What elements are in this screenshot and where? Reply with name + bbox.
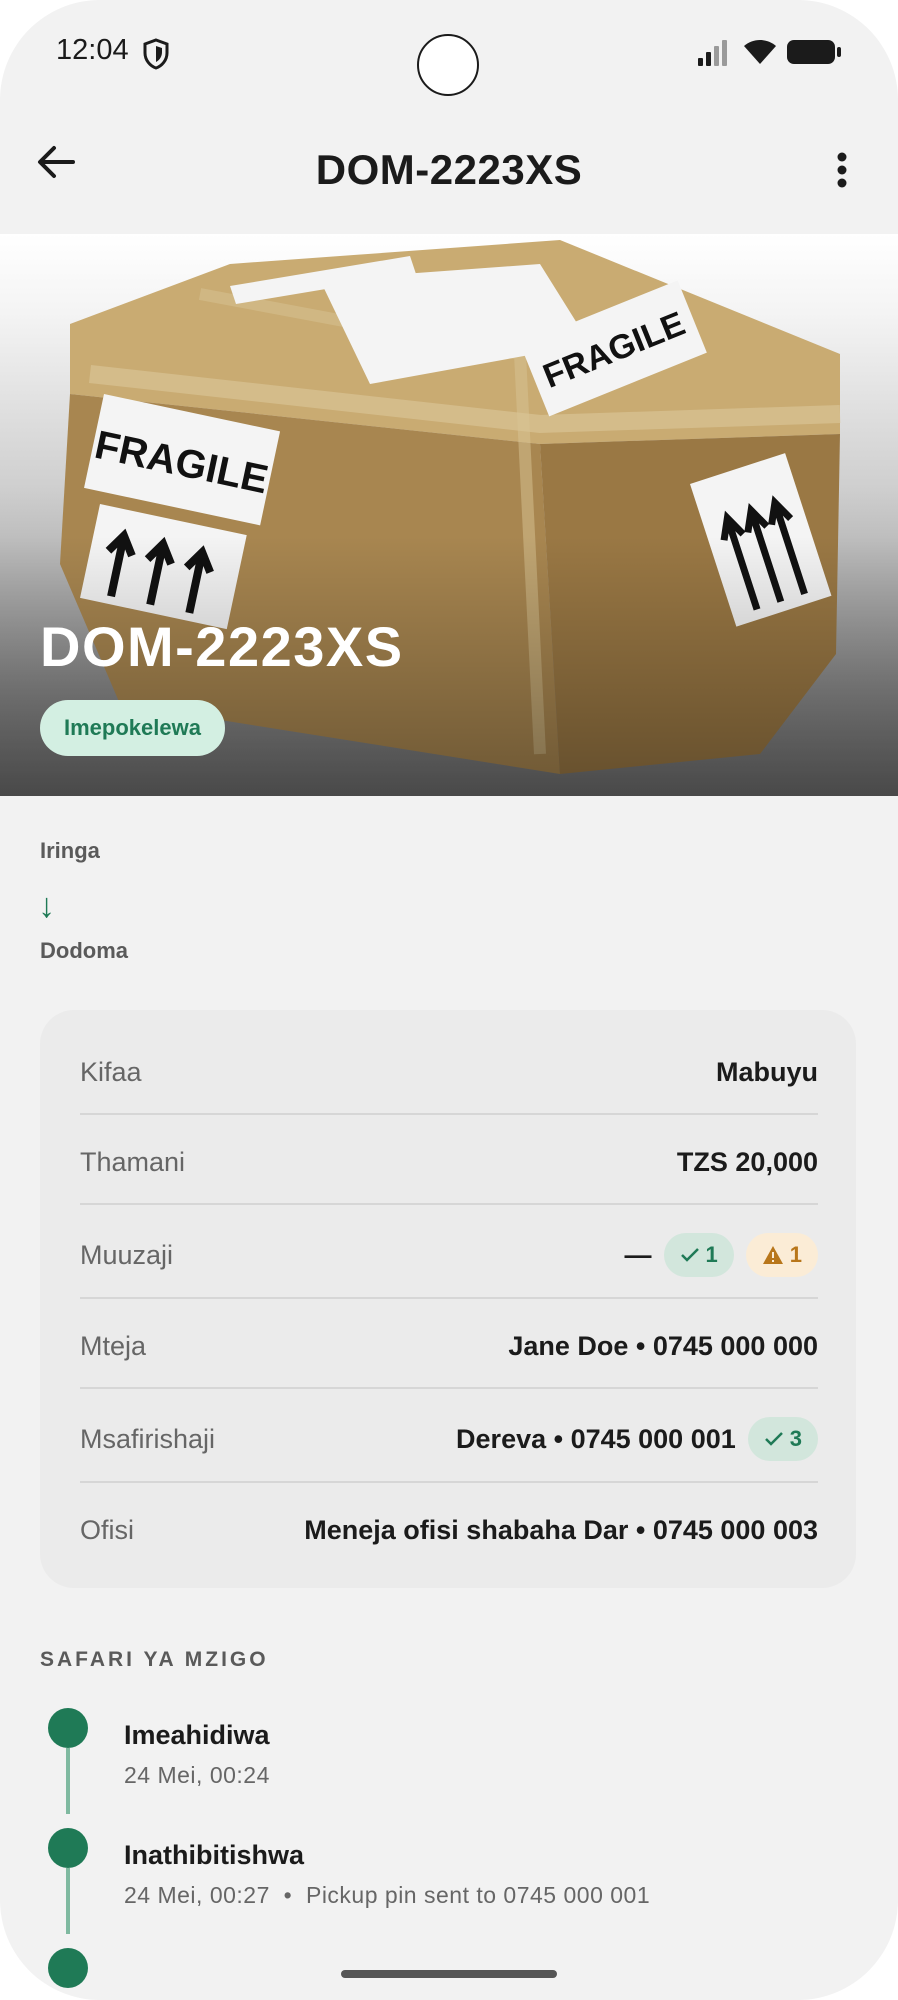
seller-ok-count: 1 [705, 1242, 718, 1267]
timeline-event-subtitle: 24 Mei, 00:27 • Pickup pin sent to 0745 … [124, 1882, 651, 1908]
seller-warning-chip[interactable]: 1 [745, 1233, 818, 1277]
divider [80, 1387, 818, 1389]
detail-row-item: Kifaa Mabuyu [80, 1042, 818, 1102]
seller-verified-chip[interactable]: 1 [663, 1233, 734, 1277]
driver-verified-chip[interactable]: 3 [747, 1417, 818, 1461]
page-title: DOM-2223XS [315, 146, 583, 193]
check-icon [764, 1432, 783, 1446]
detail-label: Thamani [80, 1146, 186, 1177]
divider [80, 1481, 818, 1483]
divider [80, 1113, 818, 1115]
detail-row-value: Thamani TZS 20,000 [80, 1132, 818, 1192]
signal-icon [698, 40, 727, 66]
route-destination: Dodoma [40, 938, 128, 963]
timeline-line [66, 1868, 70, 1934]
detail-value[interactable]: Meneja ofisi shabaha Dar • 0745 000 003 [304, 1515, 818, 1546]
detail-value: Mabuyu [715, 1056, 818, 1087]
wifi-icon [744, 40, 776, 64]
detail-value: — [624, 1239, 652, 1270]
detail-row-office: Ofisi Meneja ofisi shabaha Dar • 0745 00… [80, 1500, 818, 1560]
timeline-event-subtitle: 24 Mei, 00:24 [124, 1762, 270, 1788]
detail-value[interactable]: Dereva • 0745 000 001 [456, 1424, 736, 1455]
detail-value[interactable]: Jane Doe • 0745 000 000 [508, 1331, 818, 1362]
seller-value-group: — 1 1 [624, 1233, 818, 1277]
detail-label: Ofisi [80, 1514, 134, 1545]
status-badge: Imepokelewa [40, 700, 225, 756]
driver-ok-count: 3 [789, 1426, 802, 1451]
phone-screen: 12:04 DOM-2223XS FRAGILE FRAGILE DOM-222… [0, 0, 898, 2000]
shield-icon [143, 38, 169, 70]
timeline-dot [48, 1828, 88, 1868]
detail-label: Muuzaji [80, 1239, 174, 1270]
route-arrow-icon: ↓ [38, 887, 55, 925]
detail-value: TZS 20,000 [676, 1146, 818, 1177]
more-options-button[interactable] [820, 144, 864, 196]
timeline-dot [48, 1948, 88, 1988]
timeline-section-title: SAFARI YA MZIGO [40, 1648, 269, 1671]
status-bar: 12:04 [0, 0, 898, 110]
detail-row-seller: Muuzaji — 1 1 [80, 1222, 818, 1288]
more-vert-icon [837, 152, 847, 188]
detail-label: Mteja [80, 1330, 147, 1361]
detail-label: Msafirishaji [80, 1423, 216, 1454]
home-indicator[interactable] [341, 1970, 557, 1978]
route-origin: Iringa [40, 838, 100, 863]
detail-label: Kifaa [80, 1056, 142, 1087]
warning-icon [762, 1246, 783, 1264]
detail-row-customer: Mteja Jane Doe • 0745 000 000 [80, 1316, 818, 1376]
details-card: Kifaa Mabuyu Thamani TZS 20,000 Muuzaji … [40, 1010, 856, 1588]
timeline-line [66, 1748, 70, 1814]
seller-warn-count: 1 [789, 1242, 802, 1267]
status-time: 12:04 [56, 34, 129, 66]
divider [80, 1203, 818, 1205]
camera-cutout [417, 34, 479, 96]
timeline-dot [48, 1708, 88, 1748]
driver-value-group: Dereva • 0745 000 001 3 [456, 1417, 818, 1461]
check-icon [680, 1248, 699, 1262]
timeline-event-title: Imeahidiwa [124, 1720, 270, 1750]
top-app-bar: DOM-2223XS [0, 110, 898, 234]
hero-title: DOM-2223XS [40, 615, 404, 678]
divider [80, 1297, 818, 1299]
parcel-hero: FRAGILE FRAGILE DOM-2223XS Imepokelewa [0, 234, 898, 796]
timeline-event-title: Inathibitishwa [124, 1840, 305, 1870]
detail-row-driver: Msafirishaji Dereva • 0745 000 001 3 [80, 1406, 818, 1472]
battery-icon [787, 40, 841, 64]
